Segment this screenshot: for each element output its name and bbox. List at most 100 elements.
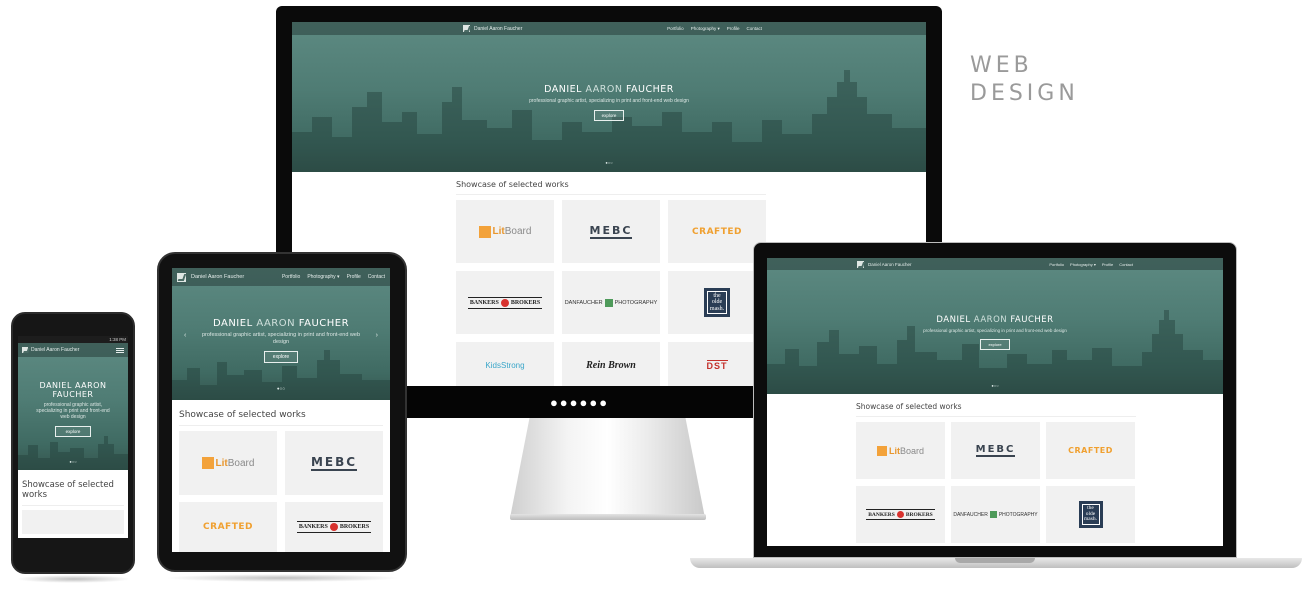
tablet-bankers-brokers-logo: BANKERS BROKERS xyxy=(296,521,372,533)
explore-button[interactable]: explore xyxy=(593,110,625,121)
laptop-tile-litboard[interactable]: Lit Board xyxy=(856,422,945,479)
nav-contact[interactable]: Contact xyxy=(746,26,762,32)
work-tile-crafted[interactable]: CRAFTED xyxy=(668,200,766,263)
laptop-crafted-logo: CRAFTED xyxy=(1068,446,1113,455)
tablet-showcase: Showcase of selected works Lit Board MEBC… xyxy=(179,410,383,552)
work-tile-dst[interactable]: DST xyxy=(668,342,766,386)
work-tile-mebc[interactable]: MEBC xyxy=(562,200,660,263)
tablet-nav-portfolio[interactable]: Portfolio xyxy=(282,274,300,280)
nav-portfolio[interactable]: Portfolio xyxy=(667,26,684,32)
tablet-nav-profile[interactable]: Profile xyxy=(347,274,361,280)
tablet-tile-bankers-brokers[interactable]: BANKERS BROKERS xyxy=(285,502,383,552)
tablet-nav-menu: Portfolio Photography ▾ Profile Contact xyxy=(282,274,385,280)
laptop-nav-menu: Portfolio Photography ▾ Profile Contact xyxy=(1049,262,1133,267)
tablet-brand-logo-icon xyxy=(177,272,186,282)
laptop-tile-danfaucher-photography[interactable]: DANFAUCHER PHOTOGRAPHY xyxy=(951,486,1040,543)
laptop-tile-bankers-brokers[interactable]: BANKERS BROKERS xyxy=(856,486,945,543)
laptop-showcase-title: Showcase of selected works xyxy=(856,402,1136,417)
tablet-explore-button[interactable]: explore xyxy=(263,351,299,364)
work-tile-litboard[interactable]: Lit Board xyxy=(456,200,554,263)
web-design-tagline: WEB DESIGN xyxy=(970,52,1079,108)
laptop-bankers-brokers-logo: BANKERS BROKERS xyxy=(866,509,935,520)
tablet-next-arrow[interactable]: › xyxy=(376,332,378,339)
laptop-nav-photography[interactable]: Photography ▾ xyxy=(1070,262,1096,267)
hero-subtitle: professional graphic artist, specializin… xyxy=(529,98,689,104)
laptop-nav-profile[interactable]: Profile xyxy=(1102,262,1113,267)
tablet-tile-mebc[interactable]: MEBC xyxy=(285,431,383,495)
tablet-mebc-logo: MEBC xyxy=(310,455,358,471)
phone-showcase: Showcase of selected works xyxy=(18,470,128,535)
crafted-logo: CRAFTED xyxy=(692,226,742,237)
phone-carousel-indicators[interactable]: ●○○ xyxy=(18,459,128,464)
tablet-tile-crafted[interactable]: CRAFTED xyxy=(179,502,277,552)
tablet-showcase-title: Showcase of selected works xyxy=(179,410,383,426)
nav-photography[interactable]: Photography ▾ xyxy=(691,26,720,32)
monitor-stand xyxy=(510,418,705,518)
phone-first-tile[interactable] xyxy=(22,510,124,535)
nav-profile[interactable]: Profile xyxy=(727,26,740,32)
phone-navbar: Daniel Aaron Faucher xyxy=(18,343,128,357)
bankers-brokers-logo: BANKERS BROKERS xyxy=(467,296,543,309)
work-tile-bankers-brokers[interactable]: BANKERS BROKERS xyxy=(456,271,554,334)
hero-title: DANIEL AARON FAUCHER xyxy=(292,84,926,95)
work-tile-rein-brown[interactable]: Rein Brown xyxy=(562,342,660,386)
nav-menu: Portfolio Photography ▾ Profile Contact xyxy=(667,26,762,32)
tagline-line-2: DESIGN xyxy=(970,81,1079,106)
phone-brand-logo-icon xyxy=(22,347,28,353)
works-grid: Lit Board MEBC CRAFTED BANKERS BROKERS DAN… xyxy=(456,200,766,386)
laptop-tile-mebc[interactable]: MEBC xyxy=(951,422,1040,479)
tablet-carousel-indicators[interactable]: ●○○ xyxy=(172,386,390,391)
laptop-danfaucher-photography-logo: DANFAUCHER PHOTOGRAPHY xyxy=(953,511,1038,518)
tablet-nav-contact[interactable]: Contact xyxy=(368,274,385,280)
olde-mash-logo: the olde mash. xyxy=(704,288,730,317)
dst-logo: DST xyxy=(706,359,728,371)
laptop-brand-logo-icon xyxy=(857,260,864,268)
top-navbar: Daniel Aaron Faucher Portfolio Photograp… xyxy=(292,22,926,35)
laptop-works-grid: Lit Board MEBC CRAFTED BANKERS BROKERS DAN… xyxy=(856,422,1136,543)
laptop-tile-olde-mash[interactable]: the olde mash. xyxy=(1046,486,1135,543)
mebc-logo: MEBC xyxy=(589,224,633,239)
laptop-brand-name: Daniel Aaron Faucher xyxy=(868,261,912,267)
work-tile-kidsstrong[interactable]: KidsStrong xyxy=(456,342,554,386)
laptop-explore-button[interactable]: explore xyxy=(980,339,1010,350)
tablet-crafted-logo: CRAFTED xyxy=(203,522,253,532)
tablet-brand-name: Daniel Aaron Faucher xyxy=(191,274,245,280)
phone-showcase-title: Showcase of selected works xyxy=(22,480,124,507)
laptop-carousel-indicators[interactable]: ●○○ xyxy=(767,383,1223,388)
work-tile-danfaucher-photography[interactable]: DANFAUCHER PHOTOGRAPHY xyxy=(562,271,660,334)
tablet-prev-arrow[interactable]: ‹ xyxy=(184,332,186,339)
phone-explore-button[interactable]: explore xyxy=(54,426,92,438)
hamburger-menu-icon[interactable] xyxy=(116,347,124,353)
litboard-logo: Lit Board xyxy=(478,225,531,238)
tablet-nav-photography[interactable]: Photography ▾ xyxy=(307,274,339,280)
hero-banner: Daniel Aaron Faucher Portfolio Photograp… xyxy=(292,22,926,172)
laptop-hero: Daniel Aaron Faucher Portfolio Photograp… xyxy=(767,258,1223,394)
tablet-navbar: Daniel Aaron Faucher Portfolio Photograp… xyxy=(172,268,390,286)
phone-hero: Daniel Aaron Faucher DANIEL AARON FAUCHE… xyxy=(18,343,128,470)
tablet-brand[interactable]: Daniel Aaron Faucher xyxy=(177,272,245,282)
laptop-litboard-logo: Lit Board xyxy=(876,445,924,456)
work-tile-olde-mash[interactable]: the olde mash. xyxy=(668,271,766,334)
phone-hero-title: DANIEL AARON FAUCHER xyxy=(39,381,107,400)
tablet-hero: Daniel Aaron Faucher Portfolio Photograp… xyxy=(172,268,390,400)
laptop-brand[interactable]: Daniel Aaron Faucher xyxy=(857,260,912,268)
showcase-section: Showcase of selected works Lit Board MEBC… xyxy=(456,180,766,386)
brand-name: Daniel Aaron Faucher xyxy=(474,25,523,32)
monitor-stand-base xyxy=(510,514,706,520)
laptop-nav-contact[interactable]: Contact xyxy=(1119,262,1133,267)
laptop-nav-portfolio[interactable]: Portfolio xyxy=(1049,262,1064,267)
phone-brand[interactable]: Daniel Aaron Faucher xyxy=(22,347,79,353)
laptop-navbar: Daniel Aaron Faucher Portfolio Photograp… xyxy=(767,258,1223,270)
hero-title-middle: AARON xyxy=(585,84,623,95)
hero-title-last: FAUCHER xyxy=(625,84,674,95)
tablet-tile-litboard[interactable]: Lit Board xyxy=(179,431,277,495)
laptop-tile-crafted[interactable]: CRAFTED xyxy=(1046,422,1135,479)
carousel-indicators[interactable]: ●○○ xyxy=(292,160,926,165)
hero-title-first: DANIEL xyxy=(544,84,582,95)
tablet-website: Daniel Aaron Faucher Portfolio Photograp… xyxy=(172,268,390,552)
monitor-chin-dots: ●●●●●● xyxy=(549,394,610,410)
laptop-hero-content: DANIEL AARON FAUCHER professional graphi… xyxy=(767,315,1223,351)
brand-logo-icon xyxy=(463,25,470,32)
laptop-hero-subtitle: professional graphic artist, specializin… xyxy=(923,328,1067,333)
brand[interactable]: Daniel Aaron Faucher xyxy=(463,25,522,32)
